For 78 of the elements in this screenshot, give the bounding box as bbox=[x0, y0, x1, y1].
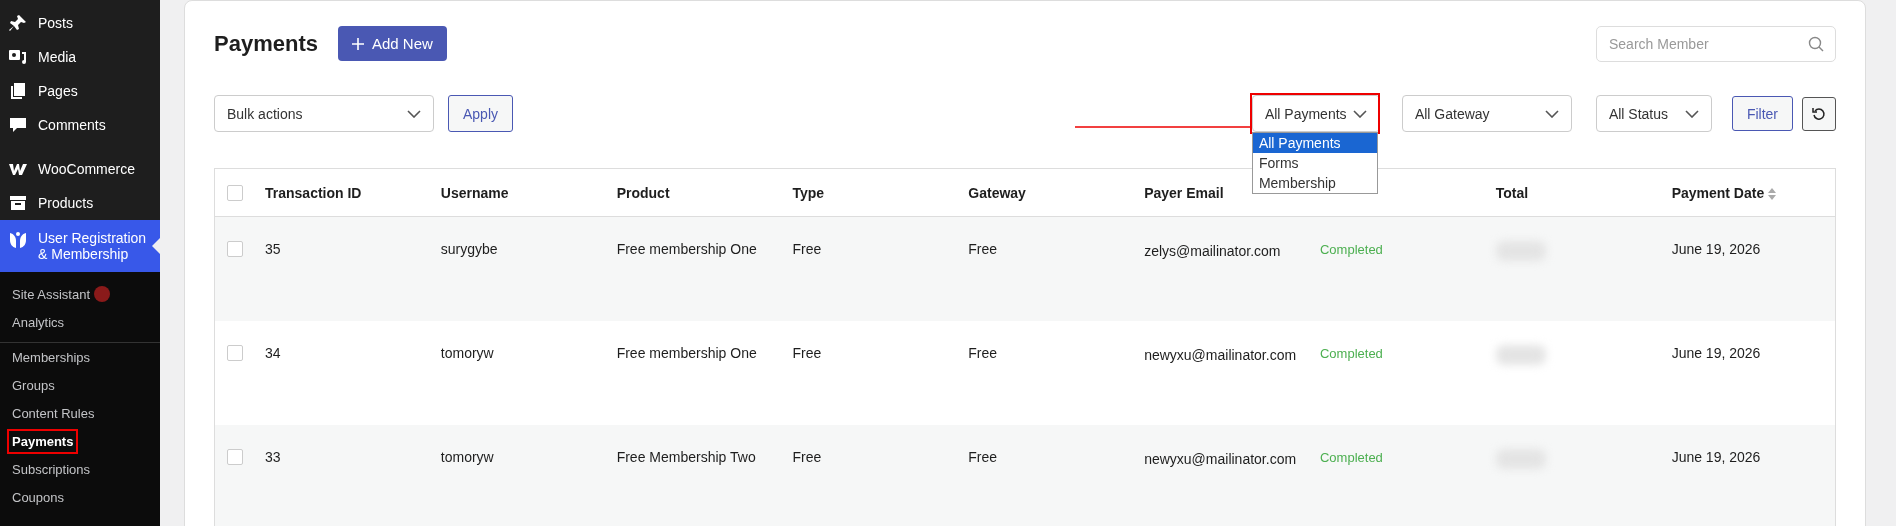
column-header: Gateway bbox=[968, 184, 1026, 201]
sidebar-item[interactable]: Media bbox=[0, 40, 160, 74]
reset-button[interactable] bbox=[1802, 96, 1836, 131]
submenu-item[interactable]: Memberships bbox=[0, 342, 160, 371]
column-header: Product bbox=[616, 184, 670, 201]
search-field[interactable]: Search Member bbox=[1596, 25, 1836, 62]
page-title: Payments bbox=[214, 30, 318, 57]
table-cell: 34 bbox=[265, 345, 281, 361]
archive-box-icon bbox=[8, 193, 28, 213]
tulip-logo-icon bbox=[8, 230, 28, 250]
sidebar-item[interactable]: WooCommerce bbox=[0, 152, 160, 186]
dropdown-option[interactable]: All Payments bbox=[1252, 133, 1377, 153]
table-cell: Free membership One bbox=[616, 241, 757, 257]
bulk-actions-select[interactable]: Bulk actions bbox=[214, 95, 434, 132]
column-header: Type bbox=[792, 184, 825, 201]
select-all-checkbox[interactable] bbox=[227, 184, 243, 201]
chevron-down-icon bbox=[407, 109, 421, 118]
table-cell-text: newyxu@mailinator.com bbox=[1144, 450, 1298, 469]
table-cell: tomoryw bbox=[440, 345, 494, 361]
submenu-item[interactable]: Groups bbox=[0, 371, 160, 399]
add-new-button[interactable]: Add New bbox=[337, 26, 447, 61]
sidebar-item[interactable]: User Registration & Membership bbox=[0, 220, 160, 272]
filter-button[interactable]: Filter bbox=[1731, 96, 1793, 131]
submenu-item[interactable]: Analytics bbox=[0, 308, 160, 336]
column-header[interactable]: Payment Date bbox=[1671, 184, 1777, 201]
table-cell: Free bbox=[792, 241, 822, 257]
table-cell-text: zelys@mailinator.com bbox=[1144, 242, 1282, 261]
submenu-item[interactable]: Content Rules bbox=[0, 399, 160, 427]
table-cell: Free Membership Two bbox=[616, 449, 756, 465]
status-text: Completed bbox=[1319, 242, 1383, 257]
row-checkbox[interactable] bbox=[227, 345, 243, 361]
sidebar-item[interactable]: Comments bbox=[0, 108, 160, 142]
sidebar-item[interactable]: Pages bbox=[0, 74, 160, 108]
sidebar-item[interactable]: Products bbox=[0, 186, 160, 220]
submenu-item[interactable]: Subscriptions bbox=[0, 455, 160, 483]
dropdown-option[interactable]: Membership bbox=[1252, 173, 1377, 193]
media-icon bbox=[8, 47, 28, 67]
filter-select[interactable]: All Payments bbox=[1251, 95, 1380, 132]
table-cell: Free bbox=[968, 241, 998, 257]
column-header: Transaction ID bbox=[265, 184, 362, 201]
table-cell: 33 bbox=[265, 449, 281, 465]
dropdown-option[interactable]: Forms bbox=[1252, 153, 1377, 173]
table-cell: Free bbox=[792, 449, 822, 465]
filter-select[interactable]: All Status bbox=[1595, 95, 1712, 132]
chevron-down-icon bbox=[1684, 109, 1699, 118]
column-header: Total bbox=[1495, 184, 1529, 201]
submenu-item[interactable]: Coupons bbox=[0, 483, 160, 511]
table-cell: tomoryw bbox=[440, 449, 494, 465]
plus-icon bbox=[351, 37, 364, 50]
column-header: Payer Email bbox=[1144, 184, 1224, 201]
blurred-amount bbox=[1495, 345, 1546, 365]
reset-icon bbox=[1812, 106, 1826, 121]
table-cell: June 19, 2026 bbox=[1671, 345, 1761, 361]
column-header: Username bbox=[440, 184, 509, 201]
submenu-item[interactable]: Payments bbox=[0, 427, 160, 455]
chevron-down-icon bbox=[1352, 109, 1367, 118]
table-cell: 35 bbox=[265, 241, 281, 257]
table-cell-text: newyxu@mailinator.com bbox=[1144, 346, 1298, 365]
apply-button[interactable]: Apply bbox=[448, 95, 514, 132]
status-text: Completed bbox=[1319, 450, 1383, 465]
pages-icon bbox=[8, 81, 28, 101]
comment-bubble-icon bbox=[8, 115, 28, 135]
table-cell: June 19, 2026 bbox=[1671, 241, 1761, 257]
row-checkbox[interactable] bbox=[227, 449, 243, 465]
row-checkbox[interactable] bbox=[227, 241, 243, 257]
table-cell: surygybe bbox=[440, 241, 498, 257]
search-icon bbox=[1808, 35, 1824, 52]
chevron-down-icon bbox=[1544, 109, 1559, 118]
table-cell: Free bbox=[968, 345, 998, 361]
table-cell: Free bbox=[968, 449, 998, 465]
filter-select[interactable]: All Gateway bbox=[1401, 95, 1572, 132]
pin-icon bbox=[8, 13, 28, 33]
table-cell: Free membership One bbox=[616, 345, 757, 361]
submenu-item[interactable]: Site Assistant bbox=[0, 280, 160, 308]
status-text: Completed bbox=[1319, 346, 1383, 361]
sidebar-item[interactable]: Posts bbox=[0, 6, 160, 40]
table-cell: June 19, 2026 bbox=[1671, 449, 1761, 465]
table-cell: Free bbox=[792, 345, 822, 361]
